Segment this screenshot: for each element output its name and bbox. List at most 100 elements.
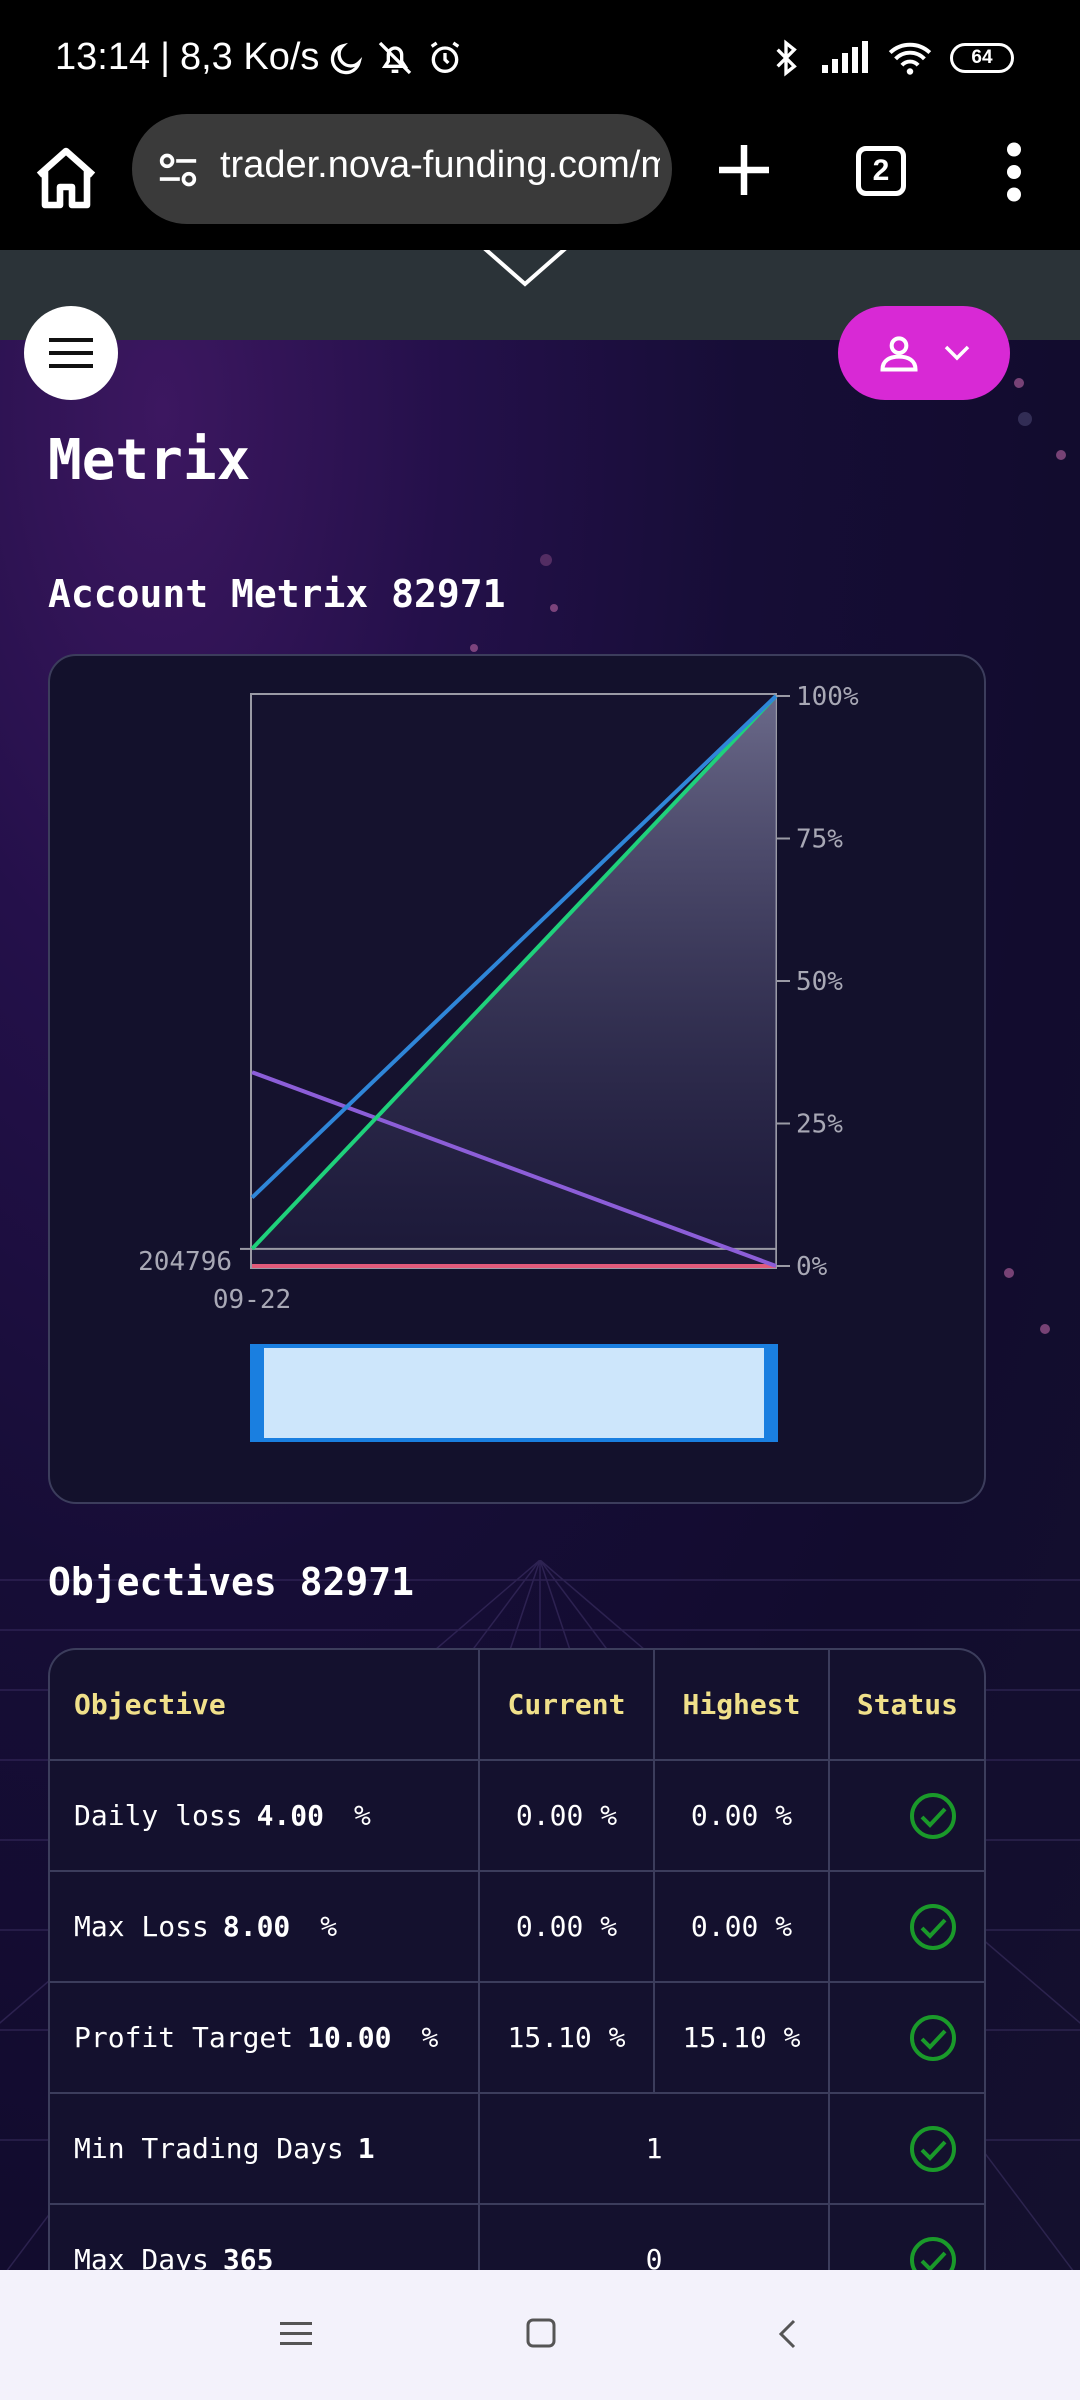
objective-label: Max Loss — [74, 1910, 209, 1943]
y-tick-label: 75% — [796, 825, 843, 855]
cell-current: 15.10 % — [480, 1983, 655, 2092]
tab-count: 2 — [872, 154, 890, 187]
y-tick-label: 0% — [796, 1252, 828, 1282]
cell-current-merged: 1 — [480, 2094, 830, 2203]
decor-dot — [1014, 378, 1024, 388]
y-tick-label: 25% — [796, 1110, 843, 1140]
status-left: 13:14 | 8,3 Ko/s — [55, 36, 465, 79]
check-circle-icon — [910, 2014, 956, 2061]
page-title: Metrix — [48, 428, 251, 493]
objective-label: Daily loss — [74, 1799, 243, 1832]
cell-highest: 0.00 % — [655, 1761, 830, 1870]
cell-highest: 0.00 % — [655, 1872, 830, 1981]
objective-unit: % — [421, 2021, 439, 2054]
new-tab-icon[interactable] — [714, 140, 774, 200]
home-nav-icon[interactable] — [526, 2318, 556, 2348]
check-circle-icon — [910, 1792, 956, 1839]
table-body: Daily loss 4.00 % 0.00 % 0.00 % Max Loss… — [50, 1761, 984, 2270]
table-header-row: Objective Current Highest Status — [50, 1650, 984, 1761]
hamburger-menu-button[interactable] — [24, 306, 118, 400]
check-circle-icon — [910, 1903, 956, 1950]
objective-label: Profit Target — [74, 2021, 294, 2054]
signal-icon — [822, 41, 868, 73]
status-sep: | — [160, 36, 170, 78]
cell-status — [830, 1872, 984, 1981]
table-row: Daily loss 4.00 % 0.00 % 0.00 % — [50, 1761, 984, 1872]
y-tick-label: 100% — [796, 682, 859, 712]
y-axis-left-label: 204796 — [138, 1247, 232, 1277]
system-nav-bar — [0, 2270, 1080, 2400]
objective-value: 10.00 — [307, 2021, 392, 2054]
objective-unit: % — [320, 1910, 338, 1943]
bluetooth-icon — [776, 39, 797, 77]
range-slider-right-handle[interactable] — [764, 1346, 776, 1440]
chevron-down-icon[interactable] — [480, 250, 570, 290]
decor-dot — [550, 604, 558, 612]
x-axis-label: 09-22 — [213, 1285, 291, 1315]
objective-label: Max Days — [74, 2243, 209, 2270]
objective-value: 1 — [357, 2132, 375, 2165]
back-icon[interactable] — [776, 2318, 800, 2350]
cell-objective: Profit Target 10.00 % — [50, 1983, 480, 2092]
objectives-heading: Objectives 82971 — [48, 1560, 415, 1604]
cell-highest: 15.10 % — [655, 1983, 830, 2092]
cell-objective: Daily loss 4.00 % — [50, 1761, 480, 1870]
status-time: 13:14 — [55, 36, 151, 78]
site-settings-icon[interactable] — [156, 150, 200, 190]
account-chart: 100% 75% 50% 25% 0% 204796 09-22 — [138, 682, 859, 1442]
hamburger-icon — [49, 338, 93, 368]
objective-value: 365 — [222, 2243, 274, 2270]
cell-current: 0.00 % — [480, 1761, 655, 1870]
table-row: Min Trading Days 1 1 — [50, 2094, 984, 2205]
decor-dot — [1018, 412, 1032, 426]
recent-apps-icon[interactable] — [280, 2320, 312, 2348]
status-speed: 8,3 Ko/s — [179, 36, 320, 78]
battery-level: 64 — [971, 47, 993, 68]
cell-status — [830, 1983, 984, 2092]
user-icon — [880, 336, 918, 372]
check-circle-icon — [910, 2125, 956, 2172]
notifications-off-icon — [379, 41, 412, 74]
moon-icon — [331, 42, 363, 74]
page-content: Metrix Account Metrix 82971 100% 75% 50% 25… — [0, 250, 1080, 2270]
table-row: Max Loss 8.00 % 0.00 % 0.00 % — [50, 1872, 984, 1983]
header-highest: Highest — [655, 1650, 830, 1759]
status-bar: 13:14 | 8,3 Ko/s 64 — [0, 0, 1080, 120]
objective-unit: % — [354, 1799, 371, 1832]
alarm-icon — [431, 41, 460, 73]
decor-dot — [1040, 1324, 1050, 1334]
header-current: Current — [480, 1650, 655, 1759]
user-menu-button[interactable] — [838, 306, 1010, 400]
chevron-down-icon — [944, 345, 970, 361]
decor-dot — [1004, 1268, 1014, 1278]
table-row: Max Days 365 0 — [50, 2205, 984, 2270]
cell-status — [830, 2205, 984, 2270]
header-objective: Objective — [50, 1650, 480, 1759]
cell-objective: Max Days 365 — [50, 2205, 480, 2270]
decor-dot — [470, 644, 478, 652]
objective-value: 4.00 — [256, 1799, 325, 1832]
home-icon[interactable] — [30, 142, 102, 214]
address-bar[interactable]: trader.nova-funding.com/metrix — [132, 114, 672, 224]
cell-objective: Max Loss 8.00 % — [50, 1872, 480, 1981]
check-circle-icon — [910, 2236, 956, 2270]
range-slider-left-handle[interactable] — [252, 1346, 264, 1440]
decor-dot — [540, 554, 552, 566]
decor-dot — [1056, 450, 1066, 460]
wifi-icon — [888, 42, 932, 75]
more-options-icon[interactable] — [996, 142, 1032, 202]
status-right: 64 — [770, 38, 1014, 78]
cell-objective: Min Trading Days 1 — [50, 2094, 480, 2203]
objectives-table: Objective Current Highest Status Daily l… — [48, 1648, 986, 2270]
tab-switcher-button[interactable]: 2 — [856, 146, 906, 196]
header-status: Status — [856, 1688, 958, 1721]
battery-icon: 64 — [950, 43, 1014, 73]
chart-card: 100% 75% 50% 25% 0% 204796 09-22 — [48, 654, 986, 1504]
table-row: Profit Target 10.00 % 15.10 % 15.10 % — [50, 1983, 984, 2094]
cell-status — [830, 1761, 984, 1870]
cell-current: 0.00 % — [480, 1872, 655, 1981]
range-slider[interactable] — [250, 1344, 778, 1442]
objective-value: 8.00 — [222, 1910, 291, 1943]
url-text: trader.nova-funding.com/metrix — [220, 144, 660, 186]
account-heading: Account Metrix 82971 — [48, 572, 506, 616]
